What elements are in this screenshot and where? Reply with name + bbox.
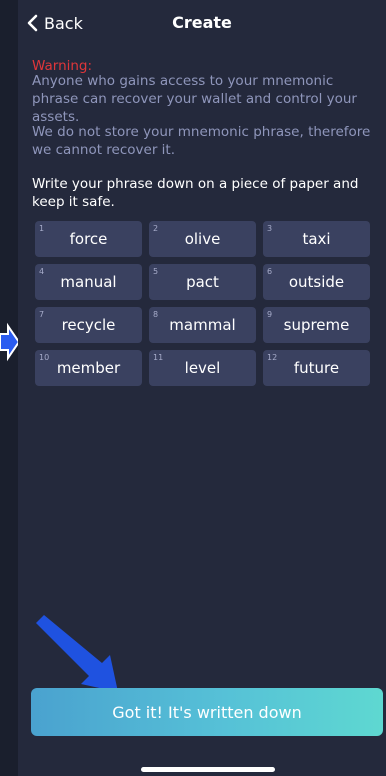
word-text: recycle [61,316,116,334]
word-number: 9 [267,310,273,319]
create-phrase-screen: Back Create Warning: Anyone who gains ac… [18,0,386,776]
page-title: Create [172,13,232,32]
word-text: olive [184,230,221,248]
word-number: 2 [153,224,159,233]
word-cell-10: 10 member [35,350,142,386]
word-text: pact [186,273,219,291]
word-number: 11 [153,353,164,362]
confirm-written-button[interactable]: Got it! It's written down [31,688,383,736]
home-indicator [141,767,275,772]
mnemonic-word-grid: 1 force 2 olive 3 taxi 4 manual 5 pact 6 outsi… [35,221,371,386]
word-text: manual [60,273,117,291]
word-cell-11: 11 level [149,350,256,386]
instruction-text: Write your phrase down on a piece of pap… [32,176,359,210]
word-text: future [293,359,340,377]
background-app-strip [0,0,18,776]
arrow-down-right-icon [36,615,118,692]
arrow-right-icon [0,322,20,362]
word-cell-5: 5 pact [149,264,256,300]
word-number: 5 [153,267,159,276]
word-text: level [184,359,221,377]
word-cell-2: 2 olive [149,221,256,257]
word-cell-9: 9 supreme [263,307,370,343]
word-number: 8 [153,310,159,319]
word-number: 1 [39,224,45,233]
word-cell-12: 12 future [263,350,370,386]
word-cell-3: 3 taxi [263,221,370,257]
word-number: 12 [267,353,278,362]
no-store-text: We do not store your mnemonic phrase, th… [32,124,371,158]
word-text: supreme [283,316,350,334]
word-cell-8: 8 mammal [149,307,256,343]
header: Back Create [18,0,386,44]
word-text: member [56,359,121,377]
word-cell-7: 7 recycle [35,307,142,343]
word-number: 7 [39,310,45,319]
word-number: 4 [39,267,45,276]
word-text: mammal [169,316,236,334]
warning-text: Anyone who gains access to your mnemonic… [32,73,357,125]
word-text: force [69,230,108,248]
word-cell-4: 4 manual [35,264,142,300]
confirm-button-label: Got it! It's written down [112,702,302,722]
word-number: 6 [267,267,273,276]
word-number: 3 [267,224,273,233]
word-cell-6: 6 outside [263,264,370,300]
word-cell-1: 1 force [35,221,142,257]
word-text: taxi [302,230,331,248]
word-number: 10 [39,353,50,362]
word-text: outside [288,273,345,291]
